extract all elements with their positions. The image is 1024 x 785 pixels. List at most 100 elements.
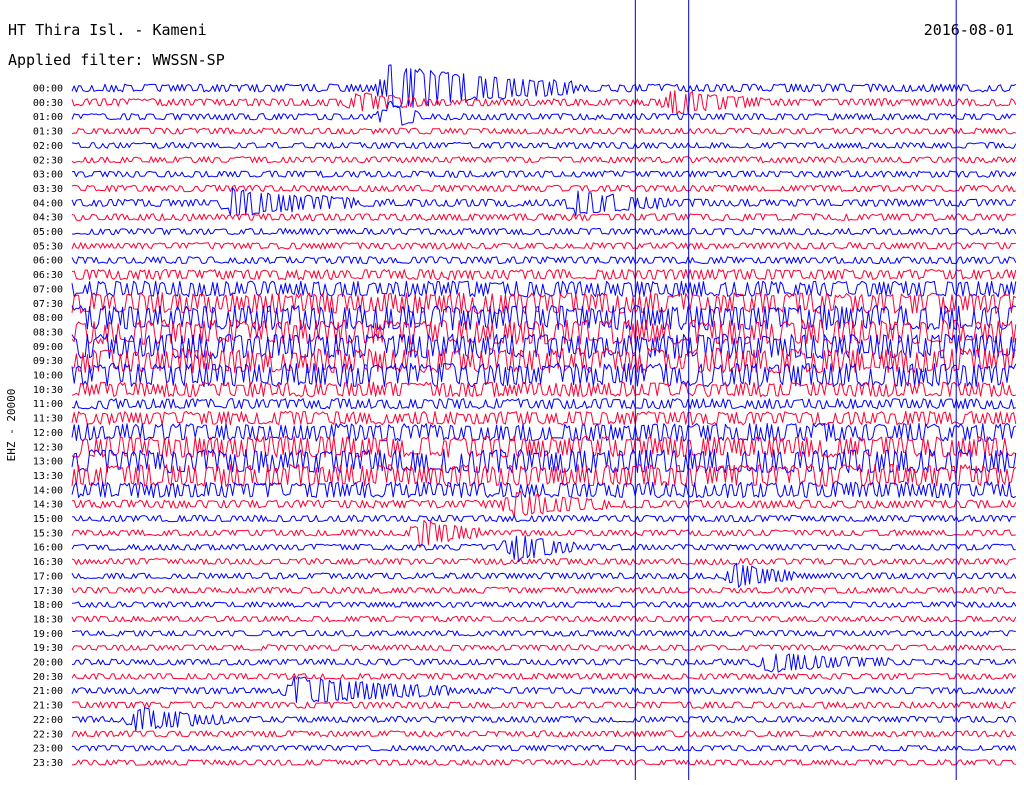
time-label-1100: 11:00 (33, 399, 63, 410)
time-label-2230: 22:30 (33, 729, 63, 740)
trace-row-1900 (71, 630, 1016, 637)
helicorder-view: HT Thira Isl. - Kameni Applied filter: W… (0, 0, 1024, 780)
time-label-2300: 23:00 (33, 744, 63, 755)
time-label-0230: 02:30 (33, 155, 63, 166)
trace-row-0530 (71, 242, 1016, 250)
trace-row-1700 (71, 562, 1017, 588)
time-label-0100: 01:00 (33, 112, 63, 123)
channel-axis-label: EHZ - 20000 (5, 389, 18, 462)
time-label-0000: 00:00 (33, 84, 63, 95)
time-label-0330: 03:30 (33, 184, 63, 195)
time-label-2200: 22:00 (33, 715, 63, 726)
trace-row-0500 (71, 227, 1017, 236)
trace-row-1000 (71, 362, 1017, 388)
time-label-0630: 06:30 (33, 270, 63, 281)
time-label-1600: 16:00 (33, 543, 63, 554)
time-label-0530: 05:30 (33, 241, 63, 252)
time-label-0800: 08:00 (33, 313, 63, 324)
time-label-1200: 12:00 (33, 428, 63, 439)
trace-row-2030 (71, 672, 1017, 680)
time-label-0400: 04:00 (33, 198, 63, 209)
time-label-2100: 21:00 (33, 686, 63, 697)
trace-row-1130 (71, 410, 1017, 426)
time-label-layer: 00:00 00:30 01:00 01:30 02:00 02:30 03:00 03:30… (33, 84, 63, 769)
trace-row-2130 (71, 701, 1016, 709)
time-label-1430: 14:30 (33, 500, 63, 511)
trace-row-1530 (71, 519, 1016, 548)
time-label-2130: 21:30 (33, 701, 63, 712)
time-label-1530: 15:30 (33, 528, 63, 539)
time-label-1230: 12:30 (33, 442, 63, 453)
trace-row-1730 (71, 586, 1016, 594)
trace-row-1430 (71, 490, 1017, 518)
trace-row-0800 (71, 304, 1017, 331)
trace-row-1630 (71, 558, 1016, 565)
time-label-0500: 05:00 (33, 227, 63, 238)
trace-row-0830 (71, 319, 1017, 345)
time-label-1000: 10:00 (33, 371, 63, 382)
time-label-0130: 01:30 (33, 127, 63, 138)
trace-row-2200 (71, 706, 1017, 732)
trace-row-0700 (71, 280, 1017, 298)
time-label-1500: 15:00 (33, 514, 63, 525)
trace-row-2100 (71, 675, 1016, 703)
time-label-1800: 18:00 (33, 600, 63, 611)
trace-row-0430 (71, 213, 1017, 221)
time-label-2000: 20:00 (33, 658, 63, 669)
trace-row-1800 (71, 601, 1017, 608)
time-label-0030: 00:30 (33, 98, 63, 109)
trace-row-1930 (71, 644, 1016, 651)
trace-row-0300 (71, 170, 1017, 178)
trace-row-0930 (71, 348, 1017, 374)
trace-row-0400 (71, 187, 1016, 217)
time-label-2030: 20:30 (33, 672, 63, 683)
time-label-0700: 07:00 (33, 284, 63, 295)
time-label-0730: 07:30 (33, 299, 63, 310)
time-label-1730: 17:30 (33, 586, 63, 597)
trace-row-2230 (71, 730, 1016, 738)
trace-row-0200 (71, 142, 1017, 149)
time-label-1030: 10:30 (33, 385, 63, 396)
time-label-1630: 16:30 (33, 557, 63, 568)
trace-row-0030 (71, 90, 1017, 115)
trace-row-2000 (71, 653, 1017, 673)
time-label-1930: 19:30 (33, 643, 63, 654)
trace-row-0730 (71, 292, 1017, 315)
trace-row-0630 (71, 269, 1017, 281)
trace-row-1230 (71, 435, 1016, 458)
trace-row-1600 (71, 535, 1016, 563)
trace-row-0130 (71, 127, 1016, 135)
trace-row-0600 (71, 256, 1017, 265)
time-label-1900: 19:00 (33, 629, 63, 640)
trace-row-1500 (71, 514, 1016, 523)
time-label-1330: 13:30 (33, 471, 63, 482)
filter-label: Applied filter: WWSSN-SP (8, 51, 225, 69)
trace-row-1830 (71, 615, 1017, 623)
time-label-0900: 09:00 (33, 342, 63, 353)
time-label-0300: 03:00 (33, 170, 63, 181)
trace-row-2300 (71, 744, 1017, 752)
trace-layer (71, 64, 1017, 766)
trace-row-1100 (71, 398, 1016, 410)
time-label-0600: 06:00 (33, 256, 63, 267)
time-label-1400: 14:00 (33, 485, 63, 496)
time-label-2330: 23:30 (33, 758, 63, 769)
time-label-0200: 02:00 (33, 141, 63, 152)
trace-row-0230 (71, 156, 1017, 164)
time-label-1700: 17:00 (33, 571, 63, 582)
trace-row-1330 (71, 463, 1017, 487)
time-label-0930: 09:30 (33, 356, 63, 367)
helicorder-chart: HT Thira Isl. - Kameni Applied filter: W… (5, 0, 1017, 780)
trace-row-1200 (71, 423, 1017, 442)
trace-row-0330 (71, 184, 1016, 193)
date-label: 2016-08-01 (924, 21, 1014, 39)
time-label-0430: 04:30 (33, 213, 63, 224)
marker-layer (634, 0, 957, 780)
trace-row-2330 (71, 759, 1016, 766)
time-label-1130: 11:30 (33, 414, 63, 425)
time-label-1830: 18:30 (33, 614, 63, 625)
trace-row-1400 (71, 481, 1017, 499)
time-label-0830: 08:30 (33, 327, 63, 338)
station-title: HT Thira Isl. - Kameni (8, 21, 207, 39)
time-label-1300: 13:00 (33, 457, 63, 468)
